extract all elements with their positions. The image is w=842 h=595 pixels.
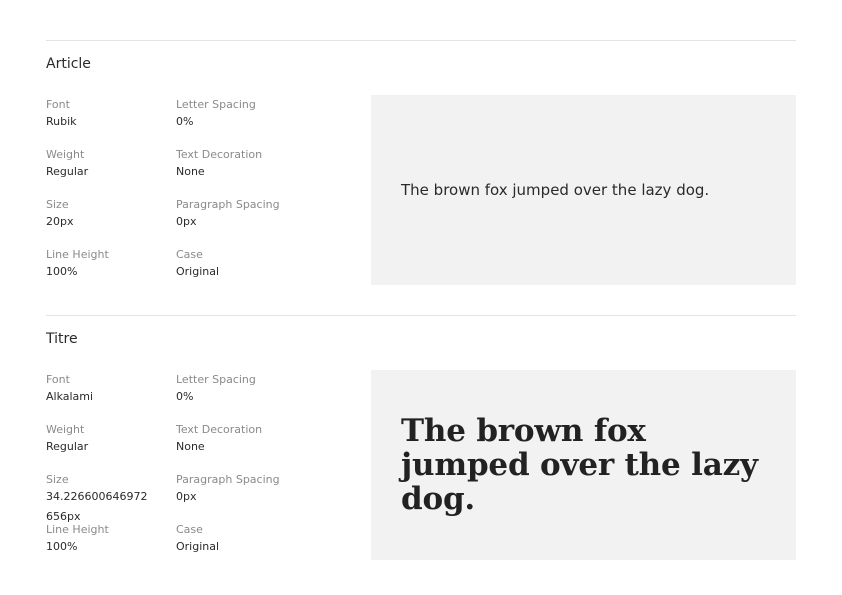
weight-property: Weight Regular <box>46 148 166 182</box>
size-value: 34.226600646972656px <box>46 490 148 523</box>
preview-text: The brown fox jumped over the lazy dog. <box>401 413 758 517</box>
text-decoration-value: None <box>176 440 205 453</box>
size-label: Size <box>46 473 69 486</box>
font-property: Font Rubik <box>46 98 166 132</box>
font-label: Font <box>46 373 70 386</box>
size-label: Size <box>46 198 69 211</box>
text-style-section-titre: Titre Font Alkalami Weight Regular Size … <box>46 315 796 561</box>
weight-value: Regular <box>46 440 89 453</box>
text-decoration-value: None <box>176 165 205 178</box>
font-value: Rubik <box>46 115 77 128</box>
line-height-value: 100% <box>46 265 78 278</box>
letter-spacing-value: 0% <box>176 115 194 128</box>
size-value: 20px <box>46 215 74 228</box>
paragraph-spacing-property: Paragraph Spacing 0px <box>176 198 336 232</box>
weight-label: Weight <box>46 148 85 161</box>
paragraph-spacing-label: Paragraph Spacing <box>176 473 280 486</box>
text-decoration-label: Text Decoration <box>176 148 263 161</box>
line-height-label: Line Height <box>46 248 109 261</box>
case-label: Case <box>176 523 203 536</box>
text-decoration-property: Text Decoration None <box>176 148 336 182</box>
case-property: Case Original <box>176 523 336 557</box>
letter-spacing-label: Letter Spacing <box>176 373 256 386</box>
case-value: Original <box>176 265 220 278</box>
font-property: Font Alkalami <box>46 373 166 407</box>
text-decoration-property: Text Decoration None <box>176 423 336 457</box>
weight-value: Regular <box>46 165 89 178</box>
paragraph-spacing-value: 0px <box>176 490 197 503</box>
letter-spacing-value: 0% <box>176 390 194 403</box>
line-height-label: Line Height <box>46 523 109 536</box>
preview-text: The brown fox jumped over the lazy dog. <box>401 181 710 199</box>
size-property: Size 34.226600646972656px <box>46 473 166 527</box>
paragraph-spacing-property: Paragraph Spacing 0px <box>176 473 336 507</box>
case-label: Case <box>176 248 203 261</box>
style-preview-box: The brown fox jumped over the lazy dog. <box>371 95 796 285</box>
size-property: Size 20px <box>46 198 166 232</box>
letter-spacing-property: Letter Spacing 0% <box>176 373 336 407</box>
text-decoration-label: Text Decoration <box>176 423 263 436</box>
style-title: Titre <box>46 331 78 347</box>
letter-spacing-label: Letter Spacing <box>176 98 256 111</box>
case-value: Original <box>176 540 220 553</box>
letter-spacing-property: Letter Spacing 0% <box>176 98 336 132</box>
case-property: Case Original <box>176 248 336 282</box>
font-value: Alkalami <box>46 390 94 403</box>
paragraph-spacing-value: 0px <box>176 215 197 228</box>
style-preview-box: The brown fox jumped over the lazy dog. <box>371 370 796 560</box>
line-height-property: Line Height 100% <box>46 523 166 557</box>
weight-label: Weight <box>46 423 85 436</box>
font-label: Font <box>46 98 70 111</box>
line-height-property: Line Height 100% <box>46 248 166 282</box>
style-title: Article <box>46 56 91 72</box>
text-style-section-article: Article Font Rubik Weight Regular Size 2… <box>46 40 796 286</box>
weight-property: Weight Regular <box>46 423 166 457</box>
line-height-value: 100% <box>46 540 78 553</box>
paragraph-spacing-label: Paragraph Spacing <box>176 198 280 211</box>
